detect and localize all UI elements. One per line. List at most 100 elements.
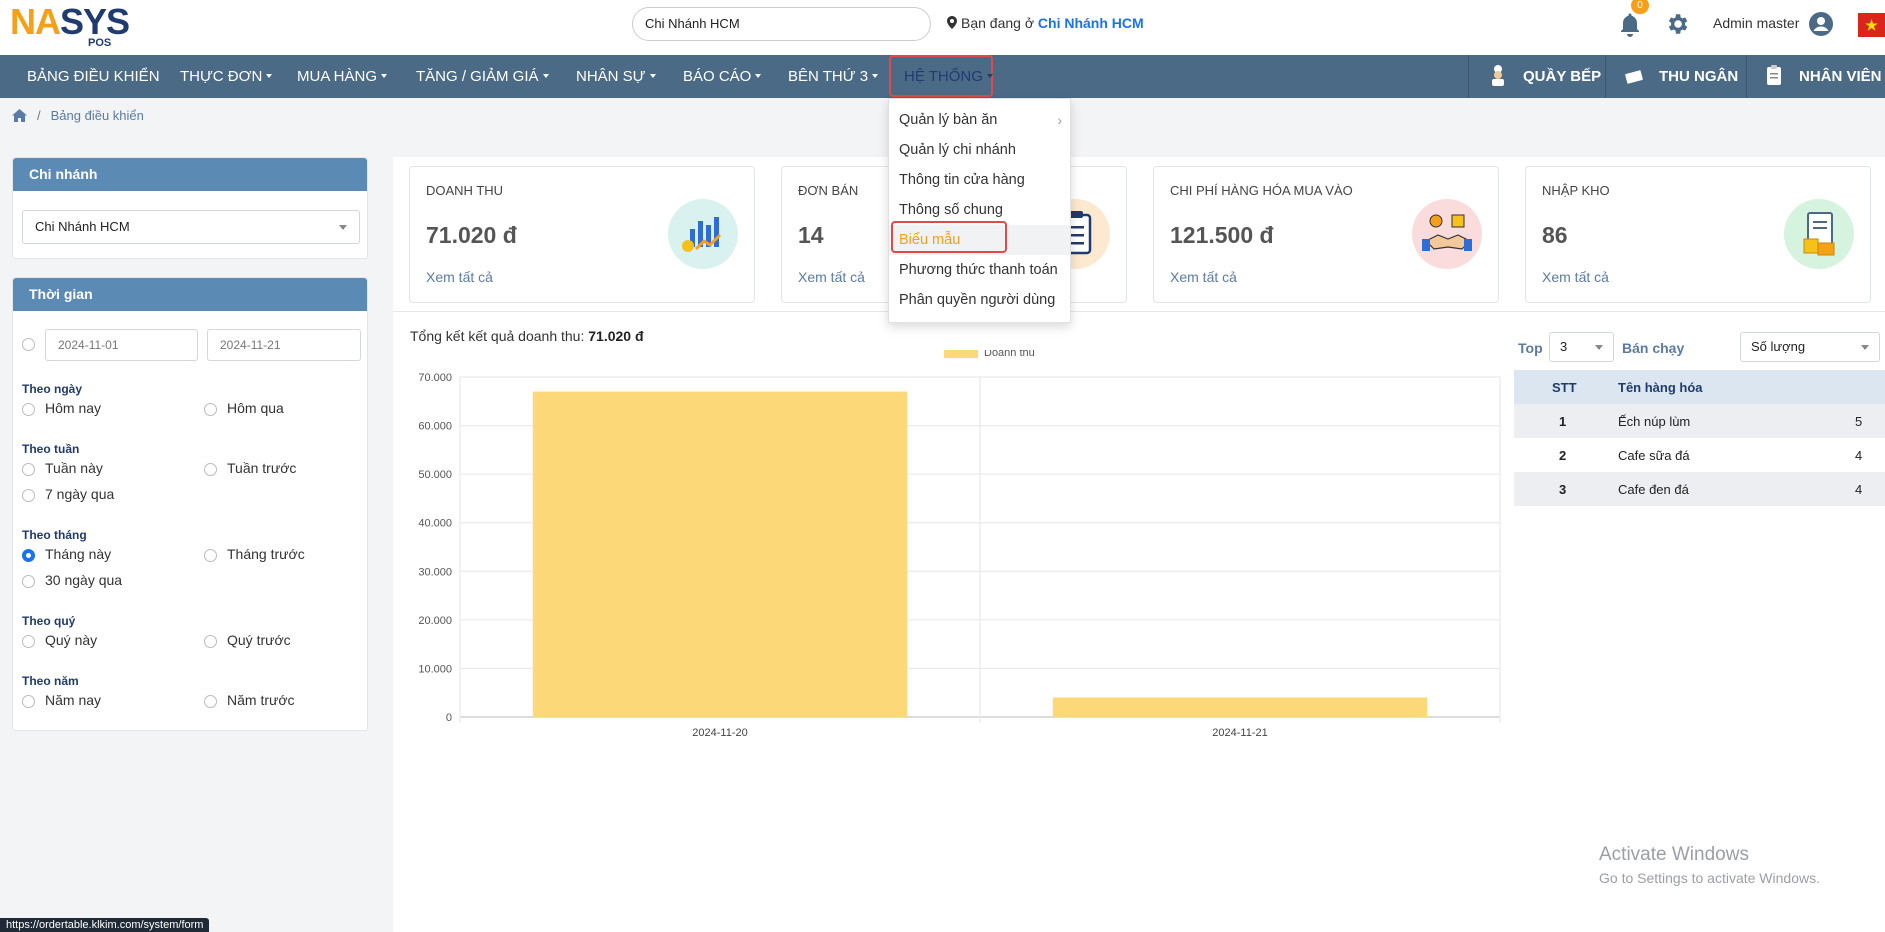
- group-title-day: Theo ngày: [22, 382, 83, 396]
- metric-select[interactable]: Số lượng: [1740, 332, 1880, 362]
- option-this-week[interactable]: Tuần này: [45, 460, 103, 476]
- table-row[interactable]: 2 Cafe sữa đá 4: [1514, 438, 1885, 472]
- radio-this-quarter[interactable]: [22, 635, 35, 648]
- chef-icon: [1492, 65, 1504, 86]
- option-this-month[interactable]: Tháng này: [45, 546, 111, 562]
- nav-cashier[interactable]: THU NGÂN: [1623, 55, 1738, 98]
- menu-item-table-management[interactable]: Quản lý bàn ăn ›: [889, 105, 1070, 135]
- view-all-link[interactable]: Xem tất cả: [1170, 269, 1237, 285]
- map-pin-icon: [947, 16, 957, 29]
- radio-last-quarter[interactable]: [204, 635, 217, 648]
- branch-select[interactable]: Chi Nhánh HCM: [22, 210, 360, 244]
- option-7-days[interactable]: 7 ngày qua: [45, 486, 114, 502]
- radio-last-month[interactable]: [204, 549, 217, 562]
- clipboard-icon: [1767, 65, 1781, 85]
- option-yesterday[interactable]: Hôm qua: [227, 400, 284, 416]
- card-purchase-cost: CHI PHÍ HÀNG HÓA MUA VÀO 121.500 đ Xem t…: [1153, 166, 1499, 303]
- breadcrumb-current[interactable]: Bảng điều khiển: [51, 108, 144, 123]
- card-revenue: DOANH THU 71.020 đ Xem tất cả: [409, 166, 755, 303]
- best-seller-label: Bán chạy: [1622, 340, 1685, 356]
- view-all-link[interactable]: Xem tất cả: [1542, 269, 1609, 285]
- menu-item-branch-management[interactable]: Quản lý chi nhánh: [889, 135, 1070, 165]
- nav-reports[interactable]: BÁO CÁO: [683, 55, 762, 98]
- vietnam-flag-icon[interactable]: [1858, 13, 1885, 37]
- view-all-link[interactable]: Xem tất cả: [798, 269, 865, 285]
- branch-panel: Chi nhánh Chi Nhánh HCM: [12, 157, 368, 259]
- option-last-year[interactable]: Năm trước: [227, 692, 295, 708]
- nav-kitchen[interactable]: QUẦY BẾP: [1487, 55, 1601, 98]
- option-this-year[interactable]: Năm nay: [45, 692, 101, 708]
- section-divider: [393, 311, 1885, 312]
- branch-panel-title: Chi nhánh: [13, 158, 367, 191]
- chevron-right-icon: ›: [1057, 112, 1062, 128]
- bell-icon[interactable]: [1618, 12, 1642, 38]
- radio-this-week[interactable]: [22, 463, 35, 476]
- radio-30-days[interactable]: [22, 575, 35, 588]
- y-tick-label: 70.000: [418, 372, 452, 384]
- nav-staff[interactable]: NHÂN SỰ: [576, 55, 656, 98]
- time-panel-title: Thời gian: [13, 278, 367, 311]
- date-from-input[interactable]: 2024-11-01: [45, 329, 198, 361]
- menu-item-user-permissions[interactable]: Phân quyền người dùng: [889, 285, 1070, 315]
- radio-yesterday[interactable]: [204, 403, 217, 416]
- gear-icon[interactable]: [1664, 11, 1690, 37]
- radio-7-days[interactable]: [22, 489, 35, 502]
- option-30-days[interactable]: 30 ngày qua: [45, 572, 122, 588]
- x-tick-label: 2024-11-21: [1212, 727, 1267, 739]
- menu-item-payment-methods[interactable]: Phương thức thanh toán: [889, 255, 1070, 285]
- chevron-down-icon: [339, 225, 347, 230]
- chevron-down-icon: [986, 74, 993, 78]
- custom-range-radio[interactable]: [22, 338, 35, 351]
- system-dropdown-menu: Quản lý bàn ăn › Quản lý chi nhánh Thông …: [888, 98, 1071, 323]
- nav-menu[interactable]: THỰC ĐƠN: [180, 55, 273, 98]
- radio-last-week[interactable]: [204, 463, 217, 476]
- radio-last-year[interactable]: [204, 695, 217, 708]
- date-to-input[interactable]: 2024-11-21: [207, 329, 361, 361]
- card-value: 14: [798, 222, 824, 248]
- option-last-month[interactable]: Tháng trước: [227, 546, 305, 562]
- branch-search-input[interactable]: Chi Nhánh HCM: [632, 7, 931, 41]
- user-name[interactable]: Admin master: [1713, 15, 1799, 31]
- legend-label: Doanh thu: [984, 350, 1035, 359]
- chevron-down-icon: [1595, 345, 1603, 350]
- main-navbar: BẢNG ĐIỀU KHIỂN THỰC ĐƠN MUA HÀNG TĂNG /…: [0, 55, 1885, 98]
- nav-employee[interactable]: NHÂN VIÊN: [1763, 55, 1882, 98]
- nasys-logo[interactable]: NASYS POS: [10, 4, 150, 50]
- nav-dashboard[interactable]: BẢNG ĐIỀU KHIỂN: [27, 55, 160, 98]
- table-row[interactable]: 1 Ếch núp lùm 5: [1514, 404, 1885, 438]
- group-title-month: Theo tháng: [22, 528, 87, 542]
- user-avatar-icon[interactable]: [1809, 12, 1833, 36]
- radio-today[interactable]: [22, 403, 35, 416]
- y-tick-label: 50.000: [418, 469, 452, 481]
- chart-growth-icon: [668, 199, 738, 269]
- revenue-bar-chart: Doanh thu 0 10.000 20.000 30.000 40.000 50.000…: [418, 350, 1501, 739]
- nav-purchasing[interactable]: MUA HÀNG: [297, 55, 388, 98]
- option-today[interactable]: Hôm nay: [45, 400, 101, 416]
- chevron-down-icon: [755, 74, 762, 78]
- nav-third-party[interactable]: BÊN THỨ 3: [788, 55, 879, 98]
- legend-swatch: [944, 350, 978, 358]
- breadcrumb: / Bảng điều khiển: [12, 108, 144, 123]
- option-this-quarter[interactable]: Quý này: [45, 632, 97, 648]
- option-last-week[interactable]: Tuần trước: [227, 460, 296, 476]
- current-location: Bạn đang ở Chi Nhánh HCM: [947, 15, 1144, 31]
- table-row[interactable]: 3 Cafe đen đá 4: [1514, 472, 1885, 506]
- view-all-link[interactable]: Xem tất cả: [426, 269, 493, 285]
- group-title-quarter: Theo quý: [22, 614, 76, 628]
- current-branch-name: Chi Nhánh HCM: [1037, 15, 1144, 31]
- chevron-down-icon: [381, 74, 388, 78]
- bar-2024-11-20: [532, 391, 908, 717]
- option-last-quarter[interactable]: Quý trước: [227, 632, 291, 648]
- home-icon[interactable]: [12, 109, 27, 122]
- nav-discounts[interactable]: TĂNG / GIẢM GIÁ: [416, 55, 549, 98]
- menu-item-store-info[interactable]: Thông tin cửa hàng: [889, 165, 1070, 195]
- card-stock-in: NHẬP KHO 86 Xem tất cả: [1525, 166, 1871, 303]
- radio-this-year[interactable]: [22, 695, 35, 708]
- top-count-select[interactable]: 3: [1549, 332, 1614, 362]
- card-value: 121.500 đ: [1170, 222, 1274, 248]
- table-header: STT Tên hàng hóa: [1514, 370, 1885, 404]
- revenue-summary-value: 71.020 đ: [588, 328, 644, 344]
- nav-system[interactable]: HỆ THỐNG: [904, 55, 993, 98]
- radio-this-month[interactable]: [22, 549, 35, 562]
- chevron-down-icon: [542, 74, 549, 78]
